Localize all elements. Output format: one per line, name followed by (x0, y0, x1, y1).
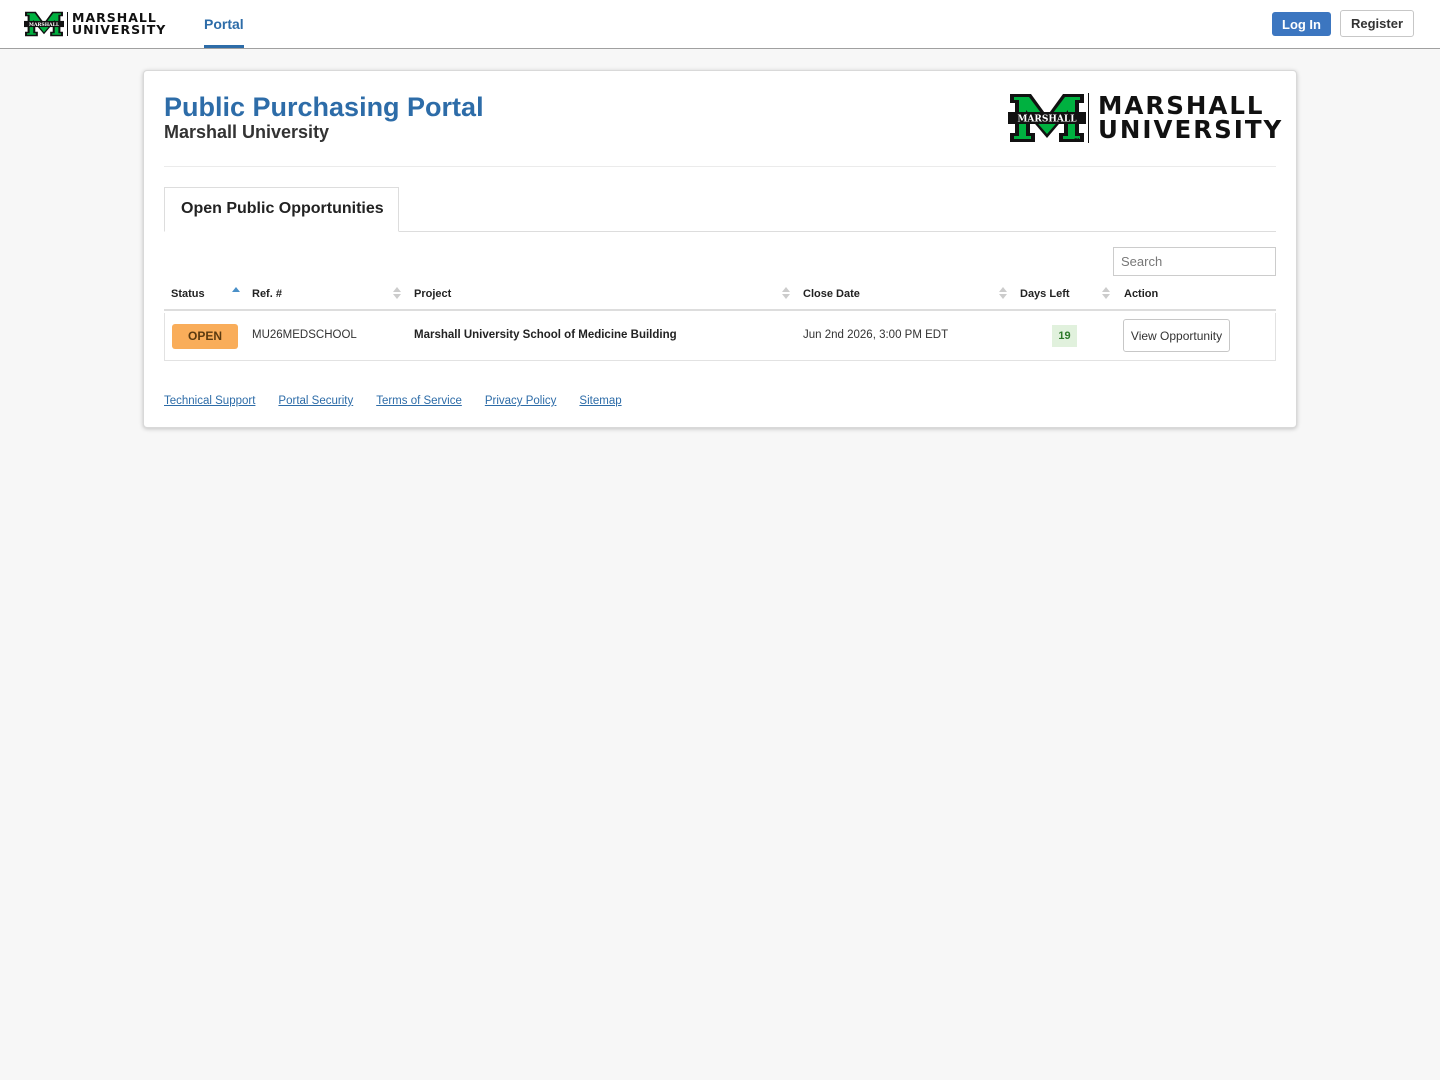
status-badge: OPEN (172, 324, 238, 349)
sort-icon[interactable] (1102, 287, 1110, 301)
logo-wordmark: MARSHALL UNIVERSITY (1098, 93, 1284, 144)
tab-open-public-opportunities[interactable]: Open Public Opportunities (164, 187, 399, 232)
nav-tab-portal[interactable]: Portal (204, 0, 244, 48)
page-title: Public Purchasing Portal (164, 92, 484, 122)
register-button[interactable]: Register (1340, 10, 1414, 37)
days-left-badge: 19 (1052, 325, 1077, 347)
portal-card: Public Purchasing Portal Marshall Univer… (143, 70, 1297, 428)
university-logo: MARSHALL TM MARSHALL UNIVERSITY (1008, 93, 1283, 143)
footer-link-technical-support[interactable]: Technical Support (164, 395, 255, 407)
marshall-m-logo-icon: MARSHALL (24, 11, 64, 37)
column-header-ref[interactable]: Ref. # (252, 288, 282, 300)
brand-line-2: UNIVERSITY (72, 22, 167, 37)
login-button[interactable]: Log In (1272, 12, 1331, 36)
footer-link-sitemap[interactable]: Sitemap (579, 395, 621, 407)
column-header-status[interactable]: Status (171, 288, 205, 300)
logo-line-2: UNIVERSITY (1098, 115, 1284, 144)
footer-links: Technical Support Portal Security Terms … (164, 395, 622, 407)
sort-ascending-icon[interactable] (232, 287, 240, 301)
sort-icon[interactable] (393, 287, 401, 301)
tab-bar: Open Public Opportunities (164, 187, 1276, 232)
page-subtitle: Marshall University (164, 122, 330, 142)
marshall-m-logo-icon: MARSHALL TM (1008, 94, 1086, 143)
table-header: Status Ref. # Project Close Date Days Le… (164, 281, 1276, 311)
trademark-mark: TM (1073, 138, 1081, 143)
column-header-close-date[interactable]: Close Date (803, 288, 860, 300)
view-opportunity-button[interactable]: View Opportunity (1123, 319, 1230, 352)
logo-badge-text: MARSHALL (29, 22, 60, 28)
sort-icon[interactable] (999, 287, 1007, 301)
project-cell: Marshall University School of Medicine B… (414, 329, 677, 341)
table-row: OPEN MU26MEDSCHOOL Marshall University S… (164, 313, 1276, 361)
top-nav: MARSHALL MARSHALL UNIVERSITY Portal Log … (0, 0, 1440, 49)
brand-divider (67, 12, 68, 36)
column-header-days-left[interactable]: Days Left (1020, 288, 1070, 300)
brand-wordmark: MARSHALL UNIVERSITY (72, 11, 167, 37)
logo-badge-text: MARSHALL (1017, 115, 1077, 125)
header-divider (164, 166, 1276, 167)
footer-link-portal-security[interactable]: Portal Security (278, 395, 353, 407)
column-header-project[interactable]: Project (414, 288, 451, 300)
search-input[interactable] (1113, 247, 1276, 276)
nav-tab-portal-label: Portal (204, 16, 244, 32)
sort-icon[interactable] (782, 287, 790, 301)
logo-divider (1088, 93, 1089, 143)
close-date-cell: Jun 2nd 2026, 3:00 PM EDT (803, 329, 949, 341)
ref-cell: MU26MEDSCHOOL (252, 329, 357, 341)
brand-logo[interactable]: MARSHALL MARSHALL UNIVERSITY (24, 11, 166, 37)
active-tab-indicator (204, 45, 244, 48)
footer-link-terms-of-service[interactable]: Terms of Service (376, 395, 462, 407)
column-header-action: Action (1124, 288, 1159, 300)
footer-link-privacy-policy[interactable]: Privacy Policy (485, 395, 557, 407)
